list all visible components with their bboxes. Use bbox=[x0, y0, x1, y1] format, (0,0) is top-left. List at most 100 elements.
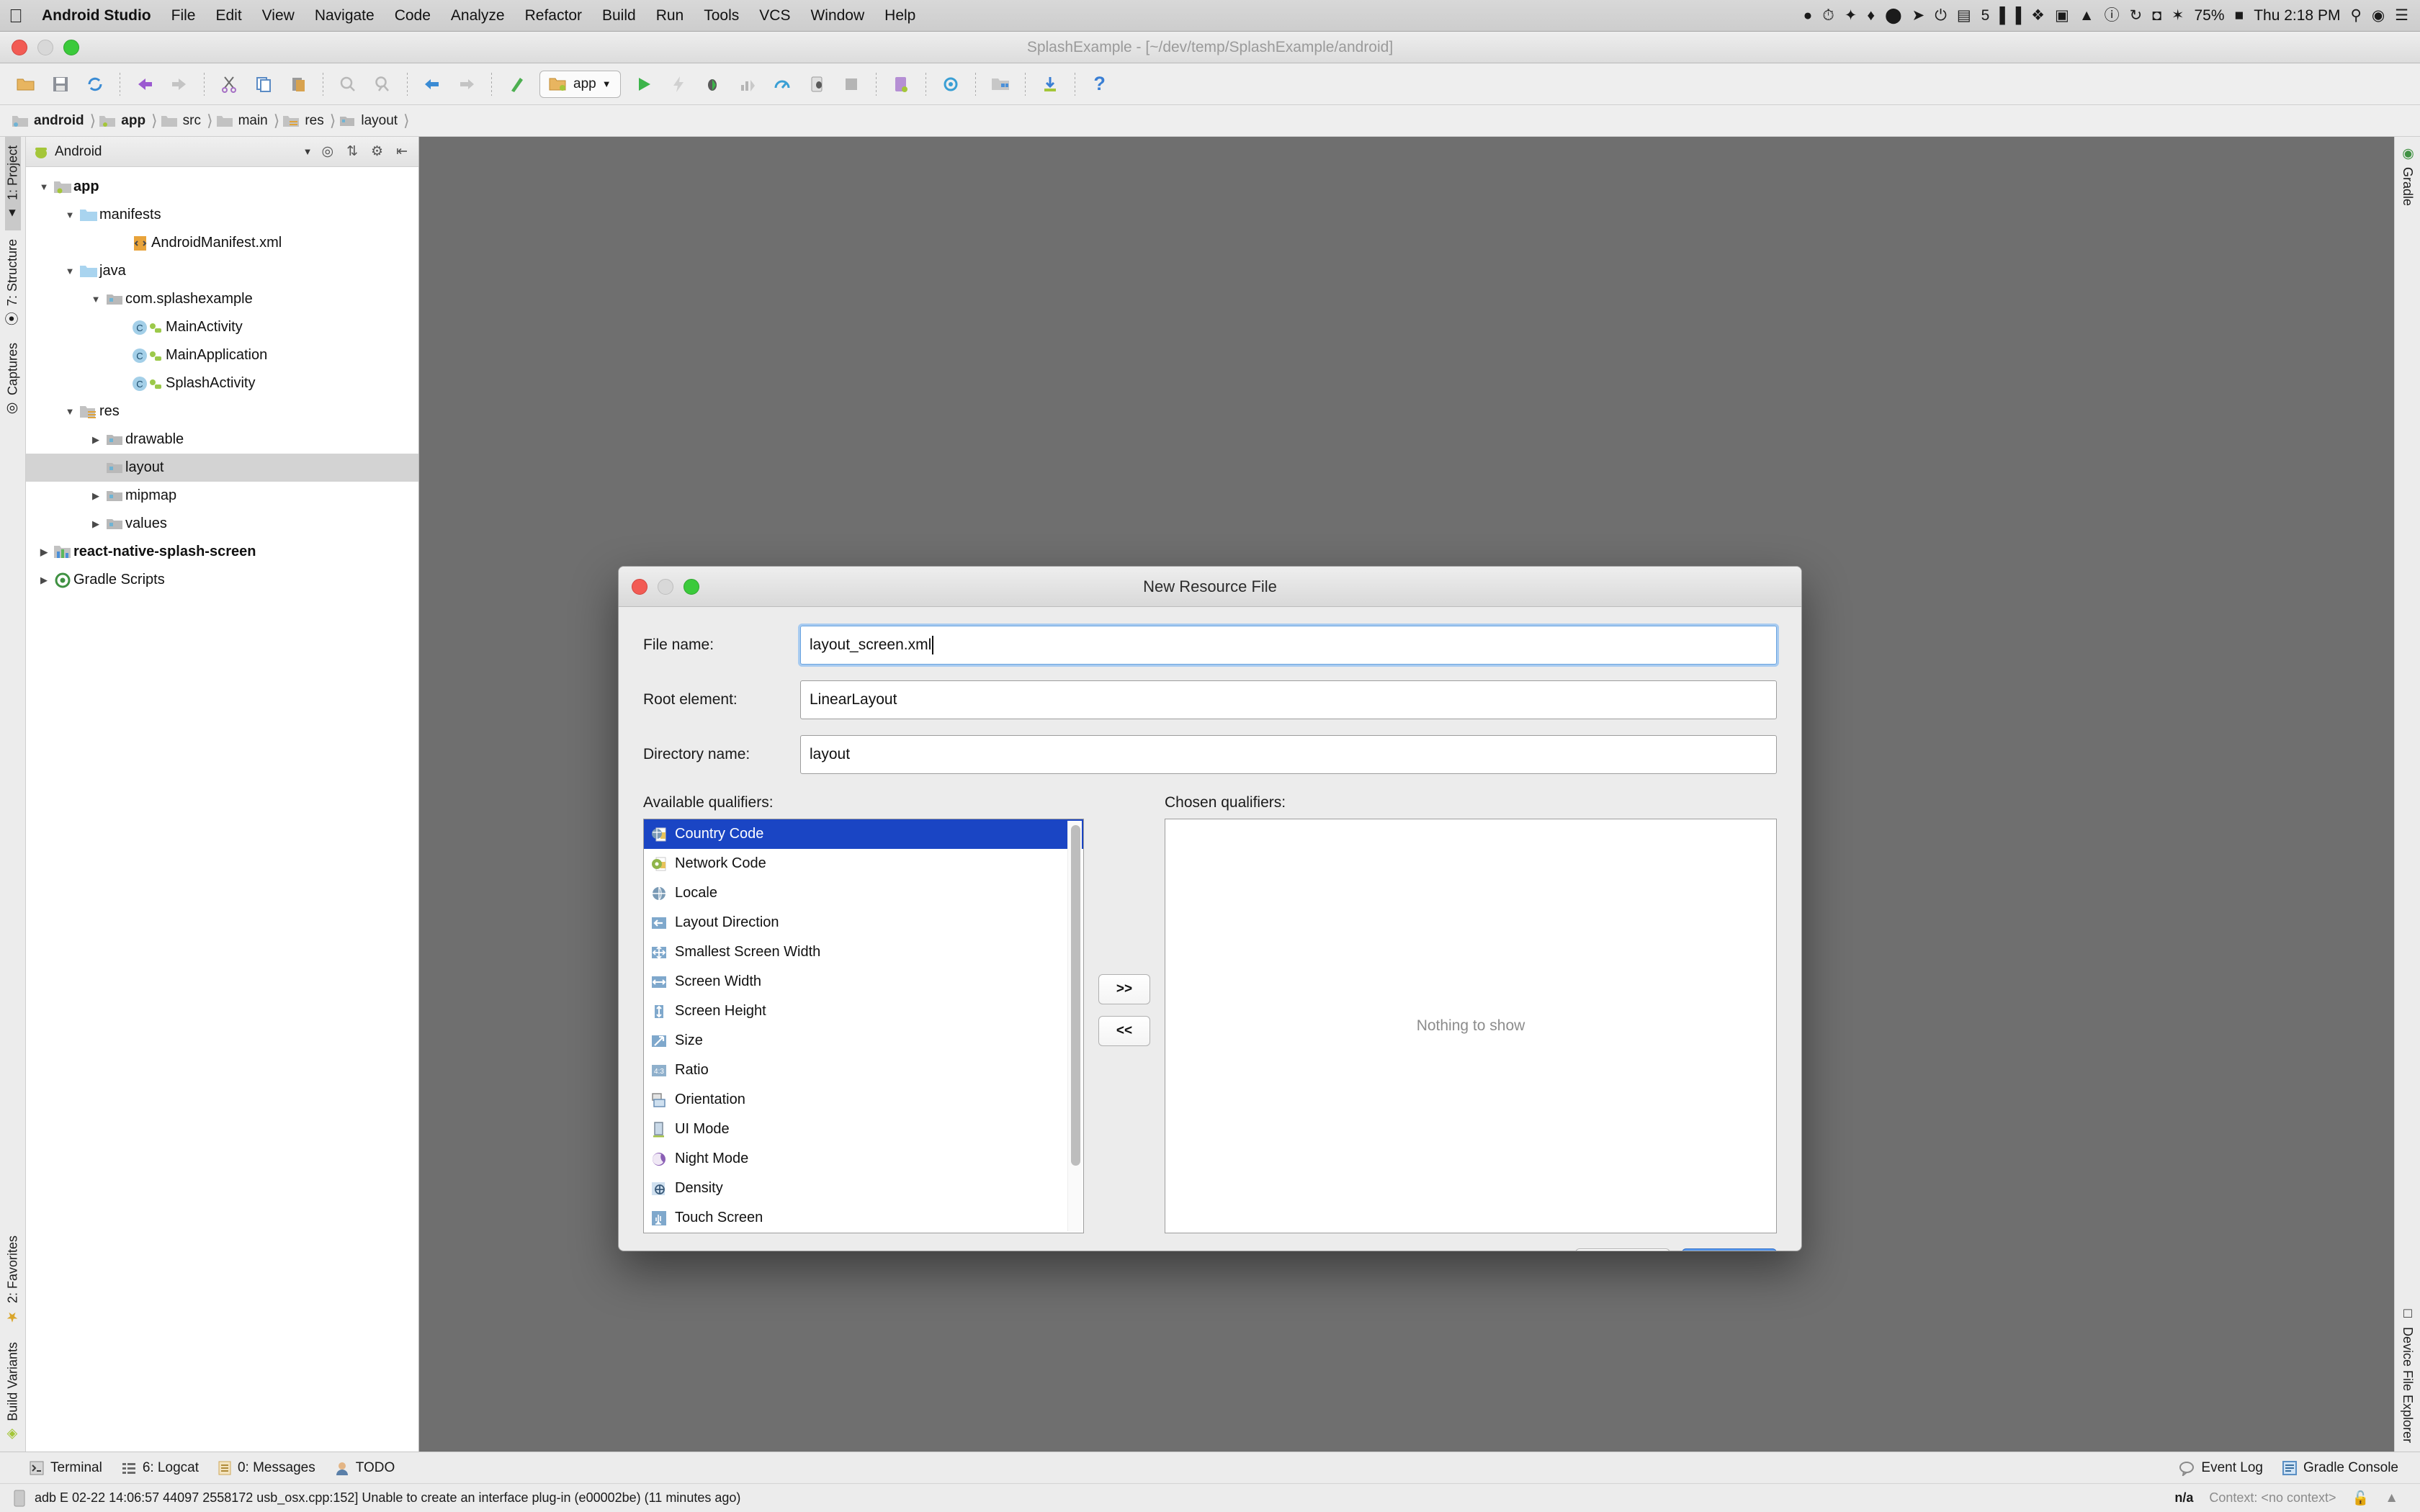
sidebar-item-device-file-explorer[interactable]: □ Device File Explorer bbox=[2400, 1297, 2416, 1452]
tree-node-react-native-splash-screen[interactable]: ▶react-native-splash-screen bbox=[26, 538, 418, 566]
menu-build[interactable]: Build bbox=[592, 7, 646, 24]
scrollbar-thumb[interactable] bbox=[1071, 825, 1080, 1166]
apple-menu-icon[interactable]:  bbox=[0, 6, 32, 25]
target-icon[interactable]: ◎ bbox=[318, 143, 338, 160]
tool-button-logcat[interactable]: 6: Logcat bbox=[121, 1460, 199, 1476]
tool-button-event-log[interactable]: Event Log bbox=[2178, 1460, 2263, 1476]
notes-icon[interactable]: ▤ bbox=[1957, 8, 1971, 23]
flame-icon[interactable]: ♦ bbox=[1867, 8, 1875, 23]
undo-icon[interactable] bbox=[129, 68, 161, 100]
avd-manager-icon[interactable] bbox=[885, 68, 917, 100]
replace-icon[interactable] bbox=[367, 68, 398, 100]
tree-node-androidmanifest-xml[interactable]: AndroidManifest.xml bbox=[26, 229, 418, 257]
tree-node-values[interactable]: ▶values bbox=[26, 510, 418, 538]
dialog-maximize-button[interactable] bbox=[684, 579, 699, 595]
airplay-icon[interactable]: ▲ bbox=[2079, 8, 2094, 23]
qualifier-item-density[interactable]: Density bbox=[644, 1174, 1083, 1203]
menu-android-studio[interactable]: Android Studio bbox=[32, 7, 161, 24]
monitor-icon[interactable] bbox=[766, 68, 798, 100]
search-icon[interactable]: ⚲ bbox=[2350, 8, 2361, 23]
cut-icon[interactable] bbox=[213, 68, 245, 100]
tree-node-mainactivity[interactable]: CMainActivity bbox=[26, 313, 418, 341]
tool-button-gradle-console[interactable]: Gradle Console bbox=[2282, 1460, 2398, 1476]
battery-icon[interactable]: ■ bbox=[2235, 8, 2244, 23]
qualifier-item-network-code[interactable]: Network Code bbox=[644, 849, 1083, 878]
chevron-down-icon[interactable]: ▼ bbox=[36, 181, 52, 192]
menu-help[interactable]: Help bbox=[874, 7, 926, 24]
info-icon[interactable]: ⓘ bbox=[2105, 8, 2120, 23]
qualifier-item-night-mode[interactable]: Night Mode bbox=[644, 1144, 1083, 1174]
tool-button-terminal[interactable]: Terminal bbox=[29, 1460, 102, 1476]
save-icon[interactable] bbox=[45, 68, 76, 100]
build-icon[interactable] bbox=[501, 68, 532, 100]
qualifiers-scrollbar[interactable] bbox=[1067, 821, 1082, 1231]
menu-run[interactable]: Run bbox=[646, 7, 694, 24]
tree-node-manifests[interactable]: ▼manifests bbox=[26, 201, 418, 229]
redo-icon[interactable] bbox=[163, 68, 195, 100]
chevron-right-icon[interactable]: ▶ bbox=[88, 518, 104, 530]
forward-icon[interactable] bbox=[451, 68, 483, 100]
clock-icon[interactable]: ⏱ bbox=[1822, 8, 1834, 23]
chevron-right-icon[interactable]: ▶ bbox=[36, 575, 52, 586]
qualifier-item-layout-direction[interactable]: Layout Direction bbox=[644, 908, 1083, 937]
chosen-qualifiers-list[interactable]: Nothing to show bbox=[1165, 819, 1777, 1233]
move-left-button[interactable]: << bbox=[1098, 1016, 1150, 1046]
tree-node-mipmap[interactable]: ▶mipmap bbox=[26, 482, 418, 510]
ok-button[interactable]: OK bbox=[1682, 1248, 1777, 1251]
menu-file[interactable]: File bbox=[161, 7, 206, 24]
available-qualifiers-list[interactable]: Country CodeNetwork CodeLocaleLayout Dir… bbox=[643, 819, 1084, 1233]
menu-view[interactable]: View bbox=[252, 7, 305, 24]
breadcrumb-item-layout[interactable]: layout bbox=[337, 105, 402, 137]
breadcrumb-item-src[interactable]: src bbox=[159, 105, 205, 137]
chevron-down-icon[interactable]: ▼ bbox=[88, 294, 104, 305]
tree-node-layout[interactable]: layout bbox=[26, 454, 418, 482]
cancel-button[interactable]: Cancel bbox=[1575, 1248, 1670, 1251]
sidebar-item-build-variants[interactable]: ◈ Build Variants bbox=[5, 1333, 21, 1452]
qualifier-item-size[interactable]: Size bbox=[644, 1026, 1083, 1056]
book-icon[interactable]: ▣ bbox=[2055, 8, 2069, 23]
tree-node-gradle-scripts[interactable]: ▶Gradle Scripts bbox=[26, 566, 418, 594]
debug-icon[interactable] bbox=[697, 68, 729, 100]
sidebar-item-project[interactable]: ▴ 1: Project bbox=[5, 137, 21, 230]
run-configuration-selector[interactable]: app ▼ bbox=[539, 71, 621, 98]
dropbox-icon[interactable]: ● bbox=[1803, 8, 1813, 23]
dialog-close-button[interactable] bbox=[632, 579, 647, 595]
tool-button-todo[interactable]: TODO bbox=[334, 1460, 395, 1476]
sync-gradle-icon[interactable] bbox=[935, 68, 967, 100]
close-window-button[interactable] bbox=[12, 40, 27, 55]
profile-icon[interactable] bbox=[732, 68, 763, 100]
sidebar-item-favorites[interactable]: ★ 2: Favorites bbox=[5, 1227, 21, 1333]
move-right-button[interactable]: >> bbox=[1098, 974, 1150, 1004]
menu-bar-clock[interactable]: Thu 2:18 PM bbox=[2254, 7, 2340, 24]
qualifier-item-touch-screen[interactable]: Touch Screen bbox=[644, 1203, 1083, 1233]
blob-icon[interactable]: ⬤ bbox=[1885, 8, 1902, 23]
settings-gear-icon[interactable]: ⚙ bbox=[367, 143, 387, 160]
help-icon[interactable]: ? bbox=[1084, 68, 1116, 100]
lock-icon[interactable]: 🔓 bbox=[2352, 1490, 2370, 1507]
tree-node-drawable[interactable]: ▶drawable bbox=[26, 426, 418, 454]
bars-icon[interactable]: ▌▐ bbox=[1999, 8, 2021, 23]
evernote-icon[interactable]: ❖ bbox=[2031, 8, 2045, 23]
stop-icon[interactable] bbox=[835, 68, 867, 100]
chevron-right-icon[interactable]: ▶ bbox=[88, 490, 104, 502]
open-folder-icon[interactable] bbox=[10, 68, 42, 100]
list-icon[interactable]: ☰ bbox=[2395, 8, 2408, 23]
breadcrumb-item-main[interactable]: main bbox=[215, 105, 272, 137]
qualifier-item-ui-mode[interactable]: UI Mode bbox=[644, 1115, 1083, 1144]
menu-refactor[interactable]: Refactor bbox=[515, 7, 592, 24]
bluetooth-icon[interactable]: ✶ bbox=[2172, 8, 2184, 23]
hide-icon[interactable]: ⇤ bbox=[393, 143, 411, 160]
siri-icon[interactable]: ◉ bbox=[2372, 8, 2385, 23]
chevron-down-icon[interactable]: ▼ bbox=[62, 210, 78, 220]
chevron-right-icon[interactable]: ▶ bbox=[36, 546, 52, 558]
sdk-manager-icon[interactable] bbox=[1034, 68, 1066, 100]
maximize-window-button[interactable] bbox=[63, 40, 79, 55]
collapse-icon[interactable]: ⇅ bbox=[343, 143, 362, 160]
tree-node-java[interactable]: ▼java bbox=[26, 257, 418, 285]
root-element-input[interactable]: LinearLayout bbox=[800, 680, 1777, 719]
attach-debugger-icon[interactable] bbox=[801, 68, 833, 100]
status-message[interactable]: adb E 02-22 14:06:57 44097 2558172 usb_o… bbox=[35, 1490, 740, 1506]
breadcrumb-item-res[interactable]: res bbox=[281, 105, 328, 137]
qualifier-item-smallest-screen-width[interactable]: Smallest Screen Width bbox=[644, 937, 1083, 967]
tree-node-mainapplication[interactable]: CMainApplication bbox=[26, 341, 418, 369]
